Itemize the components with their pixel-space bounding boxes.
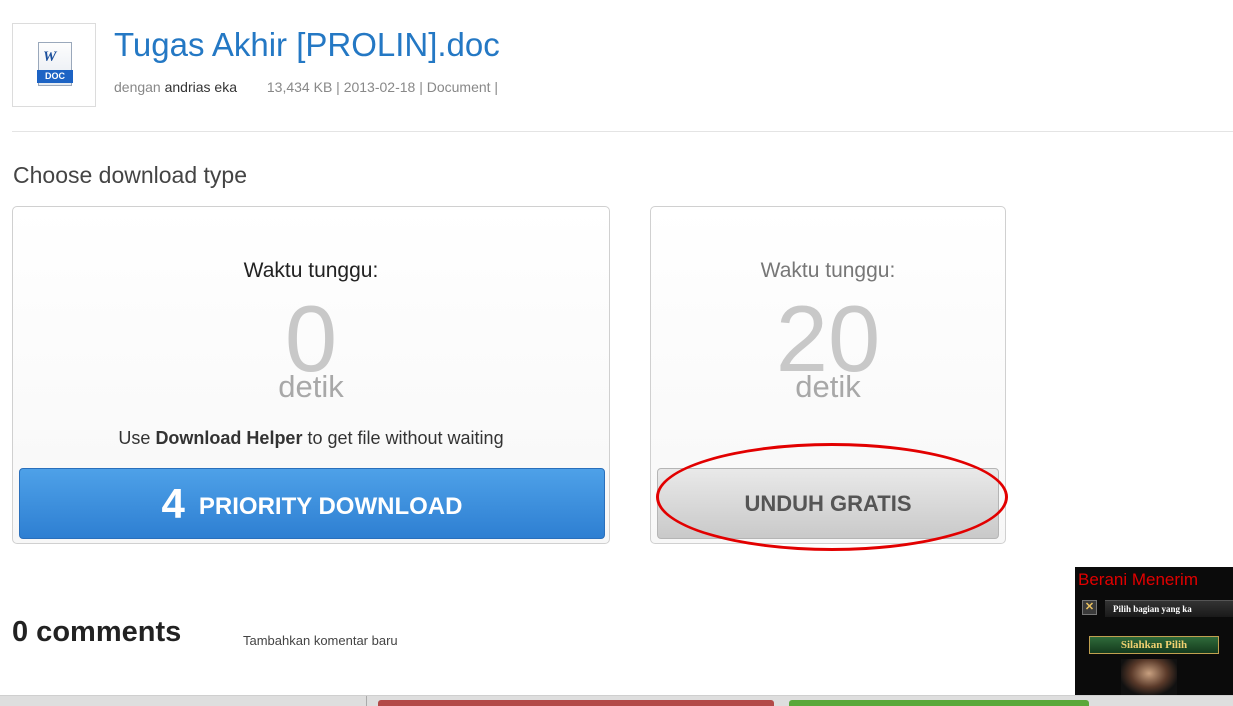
ad-character-image: [1121, 659, 1177, 695]
priority-download-label: PRIORITY DOWNLOAD: [198, 493, 463, 520]
file-info: 13,434 KB | 2013-02-18 | Document |: [266, 79, 499, 95]
ad-subtitle: Pilih bagian yang ka: [1105, 600, 1233, 617]
author-link[interactable]: andrias eka: [165, 79, 237, 95]
download-type-heading: Choose download type: [13, 162, 247, 188]
header-divider: [12, 131, 1233, 132]
free-download-card: Waktu tunggu: 20 detik UNDUH GRATIS: [650, 206, 1006, 544]
file-title: Tugas Akhir [PROLIN].doc: [114, 26, 500, 63]
word-doc-icon: W DOC: [37, 42, 73, 86]
file-meta: dengan andrias eka 13,434 KB | 2013-02-1…: [114, 79, 498, 95]
close-icon[interactable]: ✕: [1082, 600, 1097, 615]
download-helper-link[interactable]: Download Helper: [155, 428, 302, 448]
comments-count: 0 comments: [12, 616, 182, 648]
priority-wait-unit: detik: [278, 369, 344, 404]
add-comment-link[interactable]: Tambahkan komentar baru: [243, 633, 398, 648]
priority-download-button[interactable]: 4 PRIORITY DOWNLOAD: [19, 468, 605, 539]
taskbar-item-green[interactable]: [789, 700, 1089, 706]
free-download-button[interactable]: UNDUH GRATIS: [657, 468, 999, 539]
doc-icon-tag: DOC: [37, 70, 73, 83]
free-wait-unit: detik: [795, 369, 861, 404]
free-wait-label: Waktu tunggu:: [760, 259, 896, 282]
advertisement[interactable]: Berani Menerim ✕ Pilih bagian yang ka Si…: [1075, 567, 1233, 695]
taskbar: [0, 695, 1233, 706]
doc-icon-letter: W: [43, 49, 57, 65]
helper-prefix: Use: [118, 428, 151, 448]
priority-download-card: Waktu tunggu: 0 detik Use Download Helpe…: [12, 206, 610, 544]
by-prefix: dengan: [114, 79, 161, 95]
ad-choose-button[interactable]: Silahkan Pilih: [1089, 636, 1219, 654]
priority-wait-label: Waktu tunggu:: [243, 259, 379, 282]
priority-number-icon: 4: [161, 480, 185, 527]
download-helper-text: Use Download Helper to get file without …: [13, 428, 609, 449]
helper-suffix: to get file without waiting: [307, 428, 504, 448]
ad-title: Berani Menerim: [1078, 570, 1198, 589]
file-icon-box: W DOC: [12, 23, 96, 107]
taskbar-item-red[interactable]: [378, 700, 774, 706]
